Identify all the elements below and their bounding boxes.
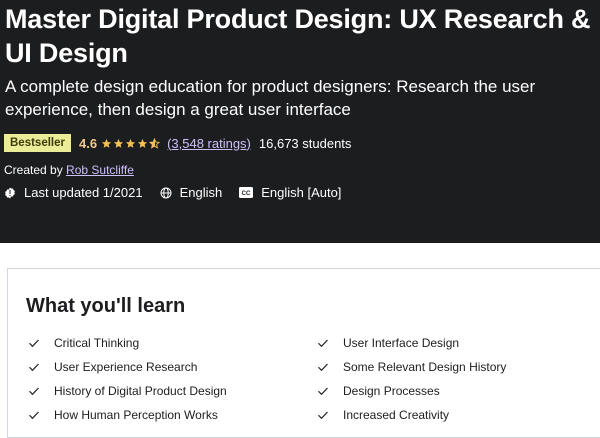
- course-language: English: [160, 185, 223, 200]
- star-icon: [137, 138, 148, 148]
- captions-text: English [Auto]: [261, 185, 342, 200]
- learn-item-text: History of Digital Product Design: [54, 384, 227, 398]
- check-icon: [318, 411, 328, 420]
- svg-text:CC: CC: [242, 191, 251, 197]
- course-meta: Last updated 1/2021 English CC English […: [4, 185, 358, 200]
- learn-item-text: User Interface Design: [343, 336, 460, 350]
- star-icon: [125, 138, 136, 148]
- last-updated: Last updated 1/2021: [4, 185, 143, 200]
- star-rating: [101, 137, 161, 149]
- course-captions: CC English [Auto]: [239, 185, 341, 200]
- language-text: English: [179, 185, 223, 200]
- star-half-icon: [149, 137, 161, 149]
- course-header: Master Digital Product Design: UX Resear…: [0, 0, 600, 243]
- check-icon: [29, 363, 39, 372]
- learn-item: User Experience Research: [28, 360, 197, 374]
- student-count: 16,673 students: [258, 135, 352, 151]
- course-subtitle: A complete design education for product …: [5, 77, 536, 119]
- star-icon: [101, 138, 112, 148]
- created-by-label: Created by: [4, 163, 63, 177]
- rating-score: 4.6: [78, 135, 98, 151]
- learn-item-text: How Human Perception Works: [54, 408, 218, 422]
- what-you-learn-box: What you'll learn Critical Thinking User…: [7, 268, 600, 438]
- learn-item-text: Design Processes: [343, 384, 440, 398]
- check-icon: [318, 363, 328, 372]
- closed-captions-icon: CC: [239, 187, 254, 198]
- learn-item-text: Some Relevant Design History: [343, 360, 507, 374]
- learn-item: User Interface Design: [317, 336, 459, 350]
- learn-item: Critical Thinking: [28, 336, 139, 350]
- ratings-count-link[interactable]: (3,548 ratings): [167, 136, 251, 151]
- learn-heading: What you'll learn: [26, 295, 186, 317]
- course-title: Master Digital Product Design: UX Resear…: [5, 4, 591, 68]
- check-icon: [29, 411, 39, 420]
- learn-item: Some Relevant Design History: [317, 360, 506, 374]
- learn-item-text: User Experience Research: [54, 360, 198, 374]
- last-updated-text: Last updated 1/2021: [24, 185, 143, 200]
- check-icon: [318, 339, 328, 348]
- bestseller-badge: Bestseller: [4, 134, 71, 152]
- star-icon: [113, 138, 124, 148]
- alert-badge-icon: [5, 187, 15, 198]
- check-icon: [29, 387, 39, 396]
- globe-icon: [160, 187, 172, 198]
- learn-item: Increased Creativity: [317, 408, 449, 422]
- learn-item-text: Increased Creativity: [343, 408, 450, 422]
- learn-item-text: Critical Thinking: [54, 336, 140, 350]
- learn-item: How Human Perception Works: [28, 408, 218, 422]
- creator-line: Created by Rob Sutcliffe: [4, 163, 134, 177]
- check-icon: [29, 339, 39, 348]
- learn-item: History of Digital Product Design: [28, 384, 227, 398]
- rating-row: Bestseller 4.6 (3,548 ratings) 16,673 st…: [4, 134, 351, 152]
- learn-item: Design Processes: [317, 384, 440, 398]
- check-icon: [318, 387, 328, 396]
- author-link[interactable]: Rob Sutcliffe: [66, 163, 134, 177]
